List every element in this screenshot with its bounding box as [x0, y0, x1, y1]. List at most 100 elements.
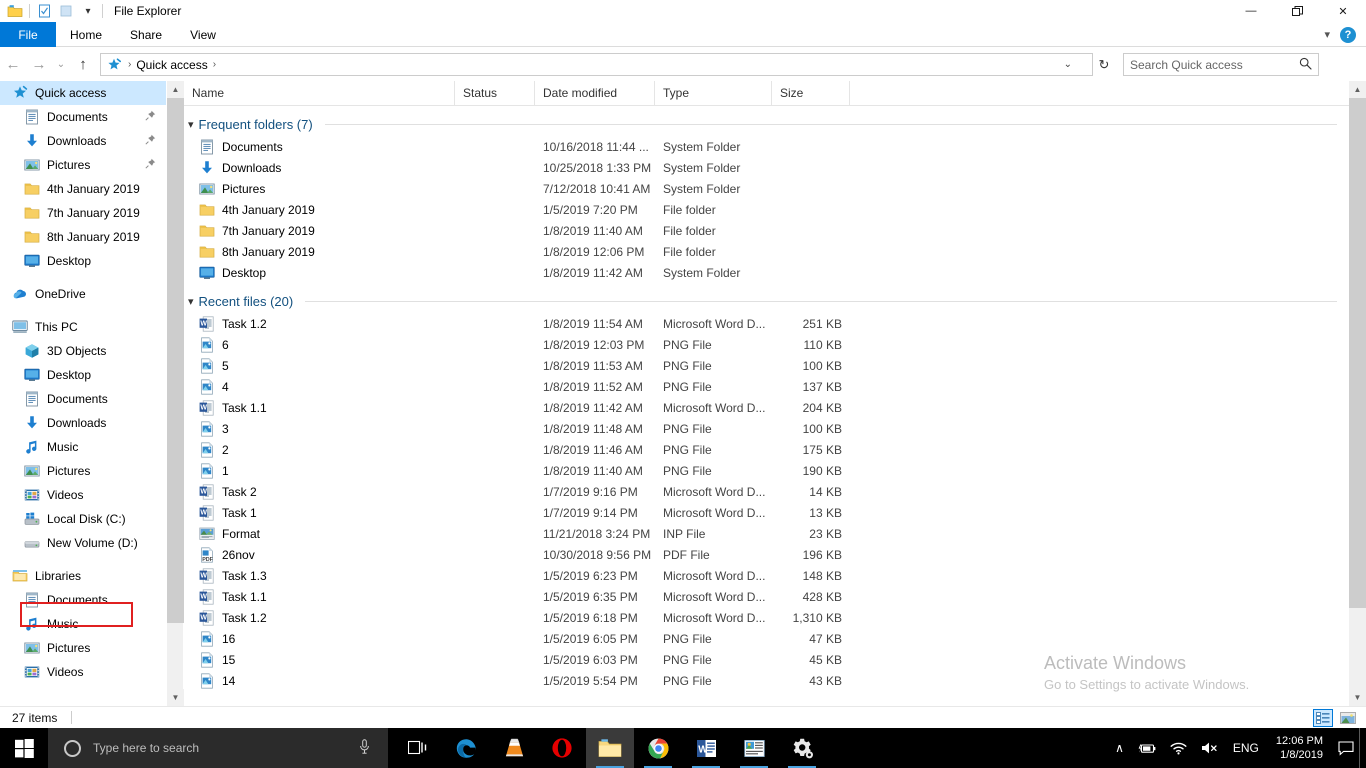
- sidebar-item-documents[interactable]: Documents: [0, 387, 166, 411]
- group-header[interactable]: ▾ Recent files (20): [184, 289, 1349, 313]
- navigation-pane-scrollbar[interactable]: ▲ ▼: [166, 81, 184, 706]
- vlc-cone-icon[interactable]: [490, 728, 538, 768]
- sidebar-item-music[interactable]: Music: [0, 435, 166, 459]
- table-row[interactable]: Desktop 1/8/2019 11:42 AM System Folder: [184, 262, 1349, 283]
- table-row[interactable]: Pictures 7/12/2018 10:41 AM System Folder: [184, 178, 1349, 199]
- chevron-down-icon[interactable]: ▾: [188, 118, 194, 131]
- properties-icon[interactable]: [33, 1, 55, 21]
- search-box[interactable]: [1123, 53, 1319, 76]
- scroll-up-icon[interactable]: ▲: [167, 81, 184, 98]
- sidebar-item-pictures[interactable]: Pictures: [0, 636, 166, 660]
- customize-dropdown-icon[interactable]: ▾: [77, 1, 99, 21]
- new-folder-icon[interactable]: [55, 1, 77, 21]
- up-button[interactable]: ↑: [70, 52, 96, 78]
- table-row[interactable]: W Task 1.3 1/5/2019 6:23 PM Microsoft Word …: [184, 565, 1349, 586]
- refresh-button[interactable]: ↻: [1093, 53, 1115, 76]
- sidebar-item-onedrive[interactable]: OneDrive: [0, 282, 166, 306]
- table-row[interactable]: 4 1/8/2019 11:52 AM PNG File 137 KB: [184, 376, 1349, 397]
- chevron-down-icon[interactable]: ▾: [188, 295, 194, 308]
- sidebar-item-desktop[interactable]: Desktop: [0, 363, 166, 387]
- sidebar-item-music[interactable]: Music: [0, 612, 166, 636]
- pin-icon[interactable]: [145, 134, 156, 148]
- file-list-scrollbar[interactable]: ▲ ▼: [1349, 81, 1366, 706]
- publisher-icon[interactable]: [730, 728, 778, 768]
- column-header-name[interactable]: Name: [184, 81, 455, 106]
- column-header-status[interactable]: Status: [455, 81, 535, 106]
- table-row[interactable]: W Task 1.2 1/8/2019 11:54 AM Microsoft Word…: [184, 313, 1349, 334]
- tab-home[interactable]: Home: [56, 22, 116, 47]
- file-scroll-down-icon[interactable]: ▼: [1349, 689, 1366, 706]
- opera-icon[interactable]: [538, 728, 586, 768]
- nav-scrollbar-thumb[interactable]: [167, 98, 184, 623]
- wifi-icon[interactable]: [1163, 728, 1194, 768]
- clock[interactable]: 12:06 PM 1/8/2019: [1266, 728, 1333, 768]
- table-row[interactable]: W Task 1.1 1/5/2019 6:35 PM Microsoft Word …: [184, 586, 1349, 607]
- search-input[interactable]: [1130, 57, 1300, 72]
- column-header-date-modified[interactable]: Date modified: [535, 81, 655, 106]
- start-button[interactable]: [0, 728, 48, 768]
- cortana-circle-icon[interactable]: [64, 739, 81, 757]
- table-row[interactable]: W Task 1.2 1/5/2019 6:18 PM Microsoft Word …: [184, 607, 1349, 628]
- action-center-icon[interactable]: [1333, 728, 1359, 768]
- word-icon[interactable]: W: [682, 728, 730, 768]
- sidebar-item-desktop[interactable]: Desktop: [0, 249, 166, 273]
- minimize-button[interactable]: —: [1228, 0, 1274, 22]
- sidebar-item-pictures[interactable]: Pictures: [0, 153, 166, 177]
- sidebar-item-videos[interactable]: Videos: [0, 483, 166, 507]
- pin-icon[interactable]: [145, 110, 156, 124]
- folder-icon[interactable]: [4, 1, 26, 21]
- chrome-icon[interactable]: [634, 728, 682, 768]
- pin-icon[interactable]: [145, 158, 156, 172]
- sidebar-item-downloads[interactable]: Downloads: [0, 411, 166, 435]
- table-row[interactable]: W Task 1.1 1/8/2019 11:42 AM Microsoft Word…: [184, 397, 1349, 418]
- battery-charging-icon[interactable]: [1131, 728, 1163, 768]
- maximize-restore-button[interactable]: [1274, 0, 1320, 22]
- back-button[interactable]: ←: [0, 52, 26, 78]
- column-header-type[interactable]: Type: [655, 81, 772, 106]
- table-row[interactable]: 8th January 2019 1/8/2019 12:06 PM File fo…: [184, 241, 1349, 262]
- task-view-icon[interactable]: [394, 728, 442, 768]
- table-row[interactable]: 4th January 2019 1/5/2019 7:20 PM File fol…: [184, 199, 1349, 220]
- sidebar-item-videos[interactable]: Videos: [0, 660, 166, 684]
- table-row[interactable]: 2 1/8/2019 11:46 AM PNG File 175 KB: [184, 439, 1349, 460]
- breadcrumb-quick-access[interactable]: Quick access: [136, 58, 207, 72]
- address-dropdown-icon[interactable]: ⌄: [1064, 59, 1072, 70]
- sidebar-item-documents[interactable]: Documents: [0, 588, 166, 612]
- close-button[interactable]: ✕: [1320, 0, 1366, 22]
- table-row[interactable]: W Task 1 1/7/2019 9:14 PM Microsoft Word D.…: [184, 502, 1349, 523]
- chevron-down-icon[interactable]: ▾: [1320, 28, 1334, 41]
- tab-share[interactable]: Share: [116, 22, 176, 47]
- table-row[interactable]: 1 1/8/2019 11:40 AM PNG File 190 KB: [184, 460, 1349, 481]
- sidebar-item-new-volume-d[interactable]: New Volume (D:): [0, 531, 166, 555]
- sidebar-item-pictures[interactable]: Pictures: [0, 459, 166, 483]
- sidebar-item-4th-january-2019[interactable]: 4th January 2019: [0, 177, 166, 201]
- table-row[interactable]: 16 1/5/2019 6:05 PM PNG File 47 KB: [184, 628, 1349, 649]
- table-row[interactable]: W Task 2 1/7/2019 9:16 PM Microsoft Word D.…: [184, 481, 1349, 502]
- sidebar-item-7th-january-2019[interactable]: 7th January 2019: [0, 201, 166, 225]
- address-breadcrumb-bar[interactable]: › Quick access › ⌄: [100, 53, 1093, 76]
- forward-button[interactable]: →: [26, 52, 52, 78]
- language-indicator[interactable]: ENG: [1226, 728, 1266, 768]
- large-icons-view-button[interactable]: [1338, 709, 1358, 727]
- help-icon[interactable]: ?: [1340, 26, 1356, 43]
- table-row[interactable]: 7th January 2019 1/8/2019 11:40 AM File fo…: [184, 220, 1349, 241]
- sidebar-item-8th-january-2019[interactable]: 8th January 2019: [0, 225, 166, 249]
- file-scroll-up-icon[interactable]: ▲: [1349, 81, 1366, 98]
- taskbar-search-box[interactable]: Type here to search: [48, 728, 388, 768]
- details-view-button[interactable]: [1313, 709, 1333, 727]
- volume-muted-icon[interactable]: [1194, 728, 1226, 768]
- file-scrollbar-thumb[interactable]: [1349, 98, 1366, 608]
- microphone-icon[interactable]: [359, 739, 370, 757]
- show-desktop-button[interactable]: [1359, 728, 1366, 768]
- file-explorer-icon[interactable]: [586, 728, 634, 768]
- breadcrumb-separator-2[interactable]: ›: [208, 59, 221, 70]
- sidebar-item-libraries[interactable]: Libraries: [0, 564, 166, 588]
- sidebar-item-documents[interactable]: Documents: [0, 105, 166, 129]
- group-header[interactable]: ▾ Frequent folders (7): [184, 112, 1349, 136]
- tab-view[interactable]: View: [176, 22, 230, 47]
- table-row[interactable]: PDF 26nov 10/30/2018 9:56 PM PDF File 196 KB: [184, 544, 1349, 565]
- table-row[interactable]: Documents 10/16/2018 11:44 ... System Fold…: [184, 136, 1349, 157]
- search-icon[interactable]: [1299, 57, 1312, 73]
- sidebar-item-this-pc[interactable]: This PC: [0, 315, 166, 339]
- tray-overflow-icon[interactable]: ∧: [1108, 728, 1131, 768]
